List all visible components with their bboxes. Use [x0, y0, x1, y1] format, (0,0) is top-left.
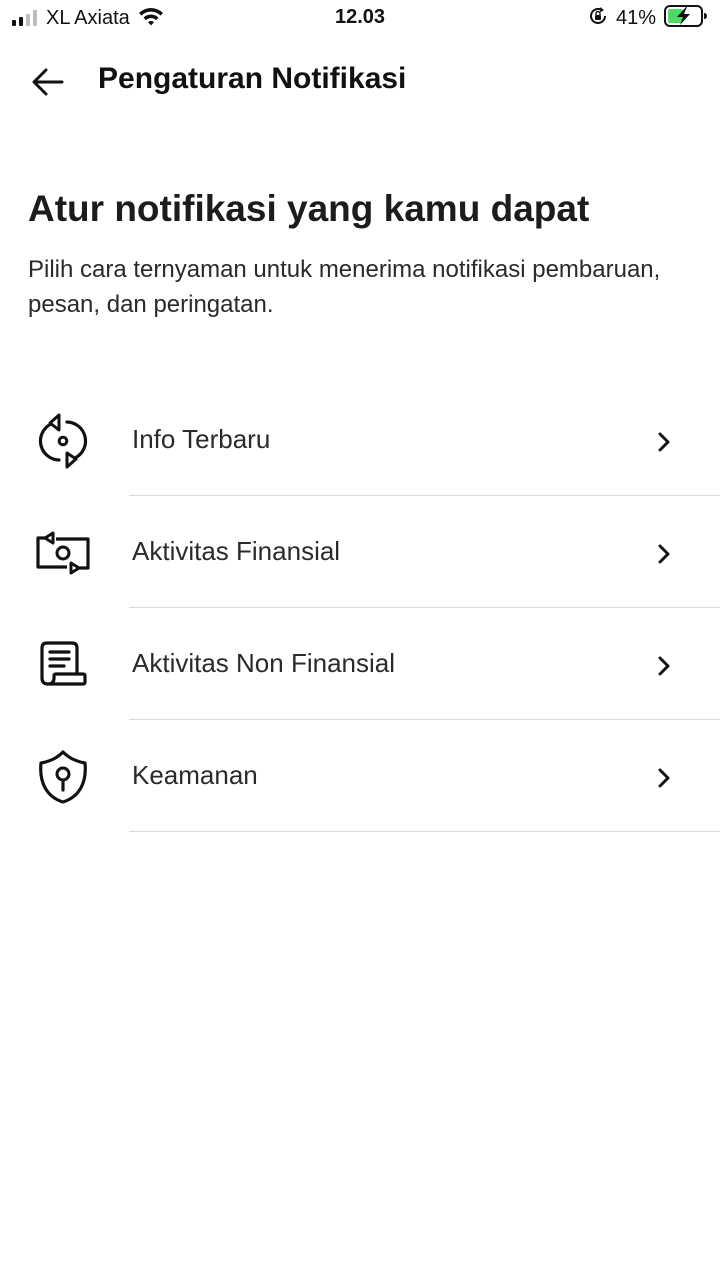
battery-charging-icon	[664, 4, 708, 32]
chevron-right-icon	[652, 428, 676, 456]
info-update-icon	[34, 412, 92, 470]
arrow-left-icon	[32, 68, 64, 101]
battery-percentage: 41%	[615, 6, 656, 29]
app-bar: Pengaturan Notifikasi	[0, 48, 720, 114]
menu-item-aktivitas-finansial[interactable]: Aktivitas Finansial	[0, 496, 720, 608]
menu-item-label: Aktivitas Finansial	[132, 536, 341, 566]
page-title: Pengaturan Notifikasi	[98, 62, 407, 95]
divider	[129, 831, 720, 832]
receipt-icon	[34, 636, 92, 694]
menu-item-label: Keamanan	[132, 760, 258, 790]
shield-lock-icon	[34, 748, 92, 806]
orientation-lock-icon	[588, 6, 608, 31]
chevron-right-icon	[652, 764, 676, 792]
menu-item-label: Info Terbaru	[132, 424, 271, 454]
status-bar-right: 41%	[588, 4, 708, 32]
chevron-right-icon	[652, 540, 676, 568]
notification-category-list: Info Terbaru Aktivitas Finansial Aktivit…	[0, 384, 720, 832]
status-bar: XL Axiata 12.03 41%	[0, 0, 720, 38]
chevron-right-icon	[652, 652, 676, 680]
money-transfer-icon	[34, 524, 92, 582]
back-button[interactable]	[26, 64, 70, 104]
menu-item-keamanan[interactable]: Keamanan	[0, 720, 720, 832]
menu-item-label: Aktivitas Non Finansial	[132, 648, 395, 678]
menu-item-aktivitas-non-finansial[interactable]: Aktivitas Non Finansial	[0, 608, 720, 720]
section-heading: Atur notifikasi yang kamu dapat	[28, 188, 590, 229]
menu-item-info-terbaru[interactable]: Info Terbaru	[0, 384, 720, 496]
section-description: Pilih cara ternyaman untuk menerima noti…	[28, 256, 661, 318]
